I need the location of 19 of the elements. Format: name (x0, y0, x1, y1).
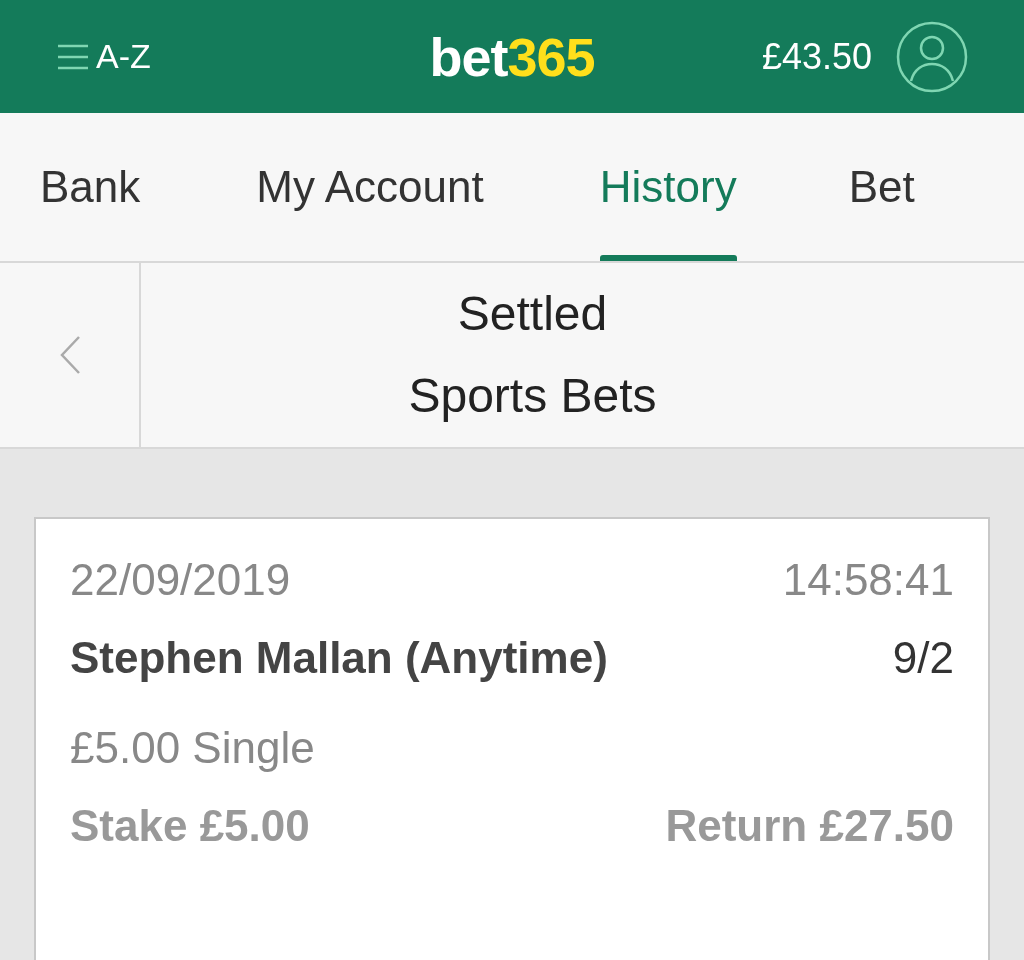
odds: 9/2 (892, 633, 954, 683)
chevron-left-icon (58, 335, 81, 375)
selection-name: Stephen Mallan (Anytime) (70, 633, 608, 683)
tab[interactable]: History (599, 113, 737, 261)
menu-icon (58, 42, 88, 71)
return-amount: Return £27.50 (665, 801, 954, 851)
bet-type: £5.00 Single (70, 723, 315, 773)
user-icon[interactable] (896, 20, 968, 93)
bet-date: 22/09/2019 (70, 555, 291, 605)
page-title: Settled (457, 286, 608, 342)
tab[interactable]: My Account (256, 113, 484, 261)
logo[interactable]: bet365 (429, 25, 595, 88)
balance: £43.50 (761, 35, 872, 78)
page-title: Sports Bets (408, 368, 657, 424)
menu-button[interactable]: A-Z (58, 37, 151, 76)
bet-time: 14:58:41 (782, 555, 954, 605)
tab[interactable]: Bank (40, 113, 141, 261)
tab[interactable]: Bet (848, 113, 915, 261)
stake: Stake £5.00 (70, 801, 310, 851)
